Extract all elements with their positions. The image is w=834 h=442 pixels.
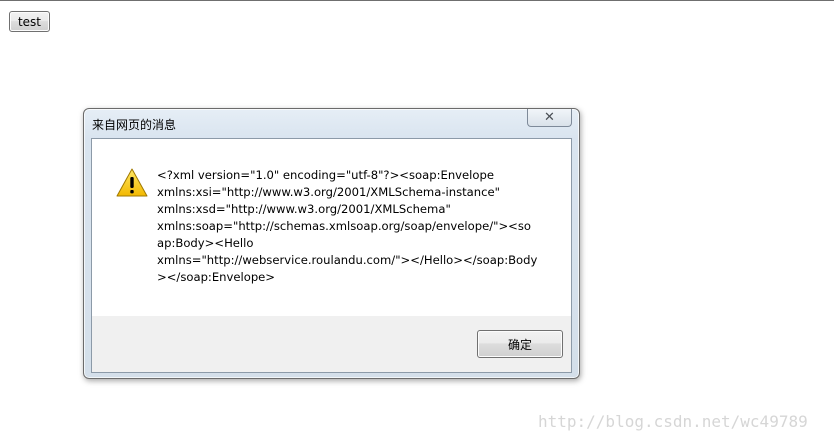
- message-line: xmlns:xsd="http://www.w3.org/2001/XMLSch…: [157, 202, 451, 216]
- close-button[interactable]: ✕: [527, 109, 572, 127]
- warning-icon: [116, 168, 148, 197]
- watermark: http://blog.csdn.net/wc49789: [538, 412, 808, 431]
- message-line: xmlns="http://webservice.roulandu.com/">…: [157, 253, 538, 267]
- message-line: xmlns:soap="http://schemas.xmlsoap.org/s…: [157, 219, 532, 233]
- dialog-message: <?xml version="1.0" encoding="utf-8"?><s…: [157, 167, 537, 286]
- alert-dialog: 来自网页的消息 ✕ <?xml version="1.0" encoding="…: [83, 108, 580, 379]
- close-icon: ✕: [544, 110, 555, 125]
- ok-button[interactable]: 确定: [477, 330, 563, 358]
- dialog-title: 来自网页的消息: [92, 118, 177, 132]
- message-line: xmlns:xsi="http://www.w3.org/2001/XMLSch…: [157, 185, 500, 199]
- test-button[interactable]: test: [9, 11, 50, 32]
- window-top-border: [0, 0, 834, 1]
- message-line: <?xml version="1.0" encoding="utf-8"?><s…: [157, 168, 494, 182]
- dialog-content: <?xml version="1.0" encoding="utf-8"?><s…: [91, 138, 572, 373]
- message-line: ap:Body><Hello: [157, 236, 254, 250]
- message-line: ></soap:Envelope>: [157, 270, 276, 284]
